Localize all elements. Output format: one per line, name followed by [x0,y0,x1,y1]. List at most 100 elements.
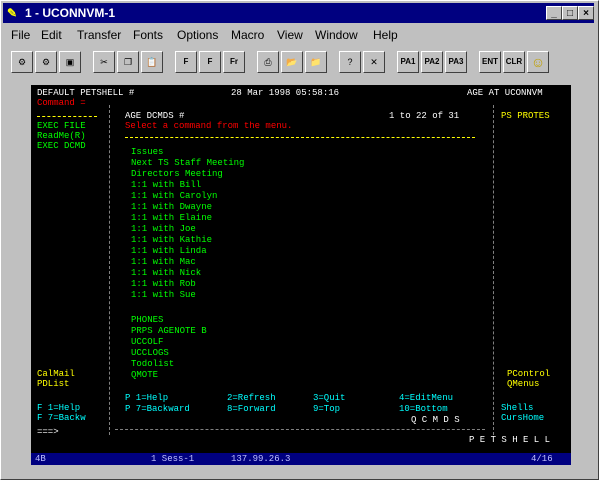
header-session: DEFAULT PETSHELL # [37,88,135,98]
right-panel-title: PS PROTES [501,111,550,121]
menu-item[interactable]: 1:1 with Nick [131,268,201,278]
menu-item[interactable]: 1:1 with Mac [131,257,196,267]
pf-key[interactable]: 10=Bottom [399,404,448,414]
menu-item[interactable]: 1:1 with Rob [131,279,196,289]
menu-macro[interactable]: Macro [231,28,264,42]
menu-help[interactable]: Help [373,28,398,42]
app-icon: ✎ [7,6,18,20]
print-icon[interactable]: ⎙ [257,51,279,73]
left-bottom-item[interactable]: CalMail [37,369,75,379]
menu-bar: File Edit Transfer Fonts Options Macro V… [3,25,594,45]
font-size-icon[interactable]: F [175,51,197,73]
right-pf-key[interactable]: Shells [501,403,533,413]
panel-range: 1 to 22 of 31 [389,111,460,121]
menu-file[interactable]: File [11,28,30,42]
menu-item[interactable]: Next TS Staff Meeting [131,158,244,168]
right-bottom-item[interactable]: PControl [507,369,550,379]
right-pf-key[interactable]: CursHome [501,413,544,423]
menu-fonts[interactable]: Fonts [133,28,163,42]
menu-transfer[interactable]: Transfer [77,28,121,42]
menu-options[interactable]: Options [177,28,218,42]
app-window: ✎ 1 - UCONNVM-1 _ □ × File Edit Transfer… [0,0,599,480]
menu-item[interactable]: Issues [131,147,163,157]
header-system: AGE AT UCONNVM [467,88,543,98]
paste-icon[interactable]: 📋 [141,51,163,73]
menu-item[interactable]: Directors Meeting [131,169,223,179]
menu-item[interactable]: 1:1 with Joe [131,224,196,234]
menu-item[interactable]: 1:1 with Bill [131,180,201,190]
command-label: Command = [37,98,86,108]
menu-item[interactable]: 1:1 with Linda [131,246,207,256]
stop-icon[interactable]: ✕ [363,51,385,73]
settings-icon[interactable]: ⚙ [35,51,57,73]
pf-key[interactable]: P 1=Help [125,393,168,403]
save-icon[interactable]: ▣ [59,51,81,73]
folder-icon[interactable]: 📁 [305,51,327,73]
pa2-button[interactable]: PA2 [421,51,443,73]
close-button[interactable]: × [578,6,594,20]
panel-title: AGE DCMDS # [125,111,185,121]
menu-item[interactable]: UCCOLF [131,337,163,347]
menu-item[interactable]: UCCLOGS [131,348,169,358]
pf-key[interactable]: 4=EditMenu [399,393,453,403]
panel-prompt: Select a command from the menu. [125,121,293,131]
window-bottom-edge [1,467,598,479]
status-bar: 4B 1 Sess-1 137.99.26.3 4/16 [31,453,571,465]
clear-button[interactable]: CLR [503,51,525,73]
menu-item[interactable]: 1:1 with Elaine [131,213,212,223]
cut-icon[interactable]: ✂ [93,51,115,73]
smiley-icon[interactable]: ☺ [527,51,549,73]
minimize-button[interactable]: _ [546,6,562,20]
menu-window[interactable]: Window [315,28,358,42]
menu-item[interactable]: 1:1 with Dwayne [131,202,212,212]
menu-item[interactable]: 1:1 with Kathie [131,235,212,245]
status-address: 137.99.26.3 [231,454,291,464]
terminal-screen[interactable]: DEFAULT PETSHELL # 28 Mar 1998 05:58:16 … [31,85,571,461]
menu-item[interactable]: PHONES [131,315,163,325]
menu-item[interactable]: 1:1 with Carolyn [131,191,217,201]
title-bar[interactable]: ✎ 1 - UCONNVM-1 _ □ × [3,3,594,23]
panel-right-border [493,105,494,435]
menu-item[interactable]: 1:1 with Sue [131,290,196,300]
left-pf-key[interactable]: F 7=Backw [37,413,86,423]
copy-icon[interactable]: ❐ [117,51,139,73]
left-bottom-item[interactable]: PDList [37,379,69,389]
pf-key[interactable]: 9=Top [313,404,340,414]
pf-key[interactable]: P 7=Backward [125,404,190,414]
status-position: 4/16 [531,454,553,464]
menu-edit[interactable]: Edit [41,28,62,42]
header-datetime: 28 Mar 1998 05:58:16 [231,88,340,98]
command-arrow: ===> [37,427,59,437]
pa1-button[interactable]: PA1 [397,51,419,73]
left-menu-item[interactable]: ReadMe(R) [37,131,86,141]
qcmds-label: Q C M D S [411,415,460,425]
right-bottom-item[interactable]: QMenus [507,379,539,389]
left-divider [37,116,97,117]
bottom-divider [115,429,485,430]
connect-icon[interactable]: ⚙ [11,51,33,73]
menu-item[interactable]: Todolist [131,359,174,369]
menu-view[interactable]: View [277,28,303,42]
pf-key[interactable]: 2=Refresh [227,393,276,403]
window-title: 1 - UCONNVM-1 [25,6,116,20]
left-pf-key[interactable]: F 1=Help [37,403,80,413]
menu-item[interactable]: QMOTE [131,370,158,380]
enter-button[interactable]: ENT [479,51,501,73]
pf-key[interactable]: 3=Quit [313,393,345,403]
pf-key[interactable]: 8=Forward [227,404,276,414]
menu-item[interactable]: PRPS AGENOTE B [131,326,207,336]
maximize-button[interactable]: □ [562,6,578,20]
font-reset-icon[interactable]: Fr [223,51,245,73]
panel-divider [125,137,475,138]
footer-brand: P E T S H E L L [469,435,551,445]
left-menu-item[interactable]: EXEC DCMD [37,141,86,151]
panel-left-border [109,105,110,435]
toolbar: ⚙ ⚙ ▣ ✂ ❐ 📋 F F Fr ⎙ 📂 📁 ? ✕ PA1 PA2 PA3… [3,47,594,79]
left-menu-item[interactable]: EXEC FILE [37,121,86,131]
context-help-icon[interactable]: ? [339,51,361,73]
open-folder-icon[interactable]: 📂 [281,51,303,73]
pa3-button[interactable]: PA3 [445,51,467,73]
status-session: 1 Sess-1 [151,454,195,464]
font-bold-icon[interactable]: F [199,51,221,73]
status-left: 4B [35,454,46,464]
